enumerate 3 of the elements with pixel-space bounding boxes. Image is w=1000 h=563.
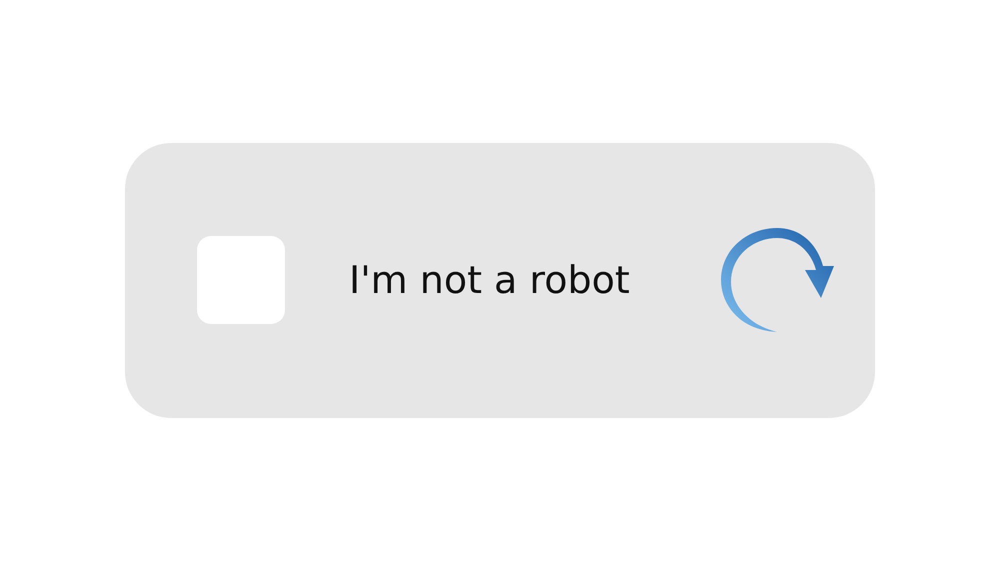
checkbox[interactable] [197,236,285,324]
refresh-arrow-icon [719,226,837,334]
captcha-label: I'm not a robot [349,258,630,302]
